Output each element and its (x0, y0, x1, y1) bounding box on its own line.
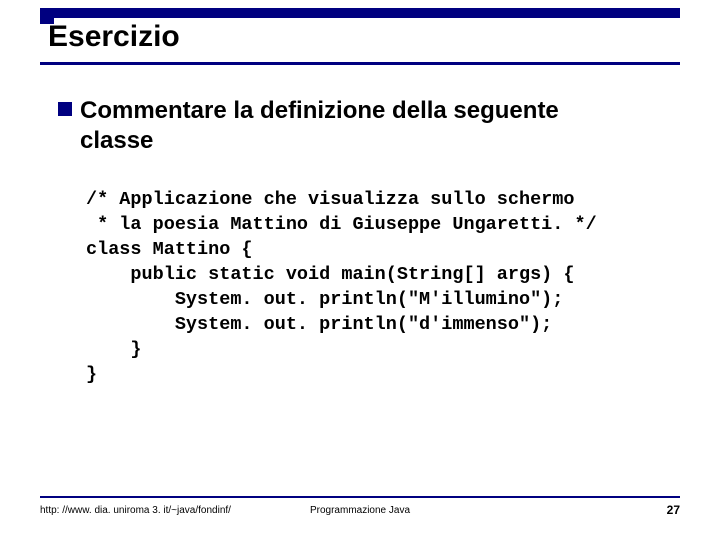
bullet-line-1: Commentare la definizione della seguente (80, 97, 559, 124)
code-line: * la poesia Mattino di Giuseppe Ungarett… (86, 214, 597, 235)
header-bar (40, 8, 680, 18)
bullet-item: Commentare la definizione della seguente… (58, 96, 668, 156)
code-line: class Mattino { (86, 239, 253, 260)
footer-center: Programmazione Java (0, 505, 720, 516)
footer-page-number: 27 (667, 503, 680, 517)
bullet-text: Commentare la definizione della seguente… (80, 96, 559, 156)
bullet-block: Commentare la definizione della seguente… (58, 96, 668, 156)
slide: Esercizio Commentare la definizione dell… (0, 0, 720, 540)
code-line: public static void main(String[] args) { (86, 264, 574, 285)
title-underline (40, 62, 680, 65)
code-line: } (86, 364, 97, 385)
footer-line (40, 496, 680, 498)
bullet-line-2: classe (80, 127, 153, 154)
square-bullet-icon (58, 102, 72, 116)
code-line: /* Applicazione che visualizza sullo sch… (86, 189, 574, 210)
slide-title: Esercizio (48, 20, 180, 54)
code-line: System. out. println("d'immenso"); (86, 314, 552, 335)
code-block: /* Applicazione che visualizza sullo sch… (86, 188, 597, 388)
code-line: System. out. println("M'illumino"); (86, 289, 563, 310)
code-line: } (86, 339, 142, 360)
